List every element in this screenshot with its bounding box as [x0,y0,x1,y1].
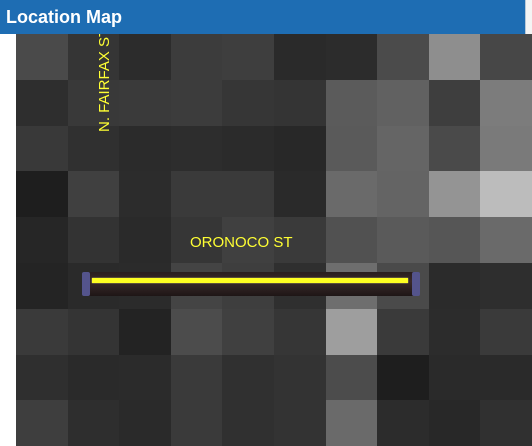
page-title: Location Map [6,7,122,27]
map-tile [170,354,223,401]
map-tile [16,354,68,401]
map-tile [480,217,532,263]
map-tile [119,354,171,401]
map-tile [480,79,532,126]
map-tile [170,308,223,355]
map-tile [325,217,378,263]
map-tile [377,125,429,172]
map-tile [428,262,481,309]
map-tile [119,308,171,355]
map-tile [119,400,171,446]
map-tile [377,354,429,401]
map-tile [273,171,326,218]
map-tile [325,354,378,401]
map-tile [67,308,120,355]
map-tile [16,262,68,309]
map-tile [480,354,532,401]
map-tile [325,34,378,80]
map-tile [428,354,481,401]
map-tile [273,308,326,355]
map-tile [325,79,378,126]
map-tile [273,354,326,401]
map-tile [377,34,429,80]
location-map[interactable]: N. FAIRFAX ST ORONOCO ST [16,34,532,446]
map-tile [170,400,223,446]
map-tile [16,171,68,218]
map-tile [325,125,378,172]
map-tile [480,171,532,218]
map-tile [16,308,68,355]
map-tile [16,79,68,126]
map-tile [119,171,171,218]
map-tile [480,125,532,172]
map-tile [16,125,68,172]
map-tile [480,308,532,355]
segment-end-marker [412,272,420,296]
map-tile [428,217,481,263]
map-tile [222,400,274,446]
map-tile [119,34,171,80]
map-tile [428,34,481,80]
map-tile [67,400,120,446]
highlighted-street-segment-bed [86,272,418,296]
map-tile [273,400,326,446]
map-tile [119,125,171,172]
highlighted-street-segment [92,278,408,283]
map-tile [16,34,68,80]
map-tile [16,217,68,263]
map-tile [377,171,429,218]
map-tile [480,34,532,80]
street-label-n-fairfax: N. FAIRFAX ST [96,34,113,132]
map-tile [67,354,120,401]
segment-start-marker [82,272,90,296]
map-tile [119,217,171,263]
map-tile [325,171,378,218]
map-tile [222,171,274,218]
map-tile [428,125,481,172]
map-tile [16,400,68,446]
map-tile [377,79,429,126]
map-tile [170,34,223,80]
title-bar: Location Map [0,0,532,34]
map-tile [377,308,429,355]
map-tile [222,354,274,401]
map-tile [67,171,120,218]
map-tile [480,262,532,309]
map-tile [325,308,378,355]
map-tile [170,171,223,218]
map-tile [273,79,326,126]
map-tile [273,125,326,172]
map-tile [67,217,120,263]
map-tile [222,79,274,126]
map-tile [222,125,274,172]
map-tile [428,171,481,218]
map-tile [170,79,223,126]
map-tile [428,79,481,126]
map-tile [67,125,120,172]
map-tile [273,34,326,80]
map-tile [325,400,378,446]
map-tile [222,34,274,80]
map-tile [119,79,171,126]
street-label-oronoco: ORONOCO ST [190,234,293,251]
map-tile [428,308,481,355]
title-bar-accent [525,0,532,34]
map-tile [377,400,429,446]
map-tile [170,125,223,172]
map-tile [480,400,532,446]
map-tile [428,400,481,446]
map-tile [377,217,429,263]
map-tile [222,308,274,355]
